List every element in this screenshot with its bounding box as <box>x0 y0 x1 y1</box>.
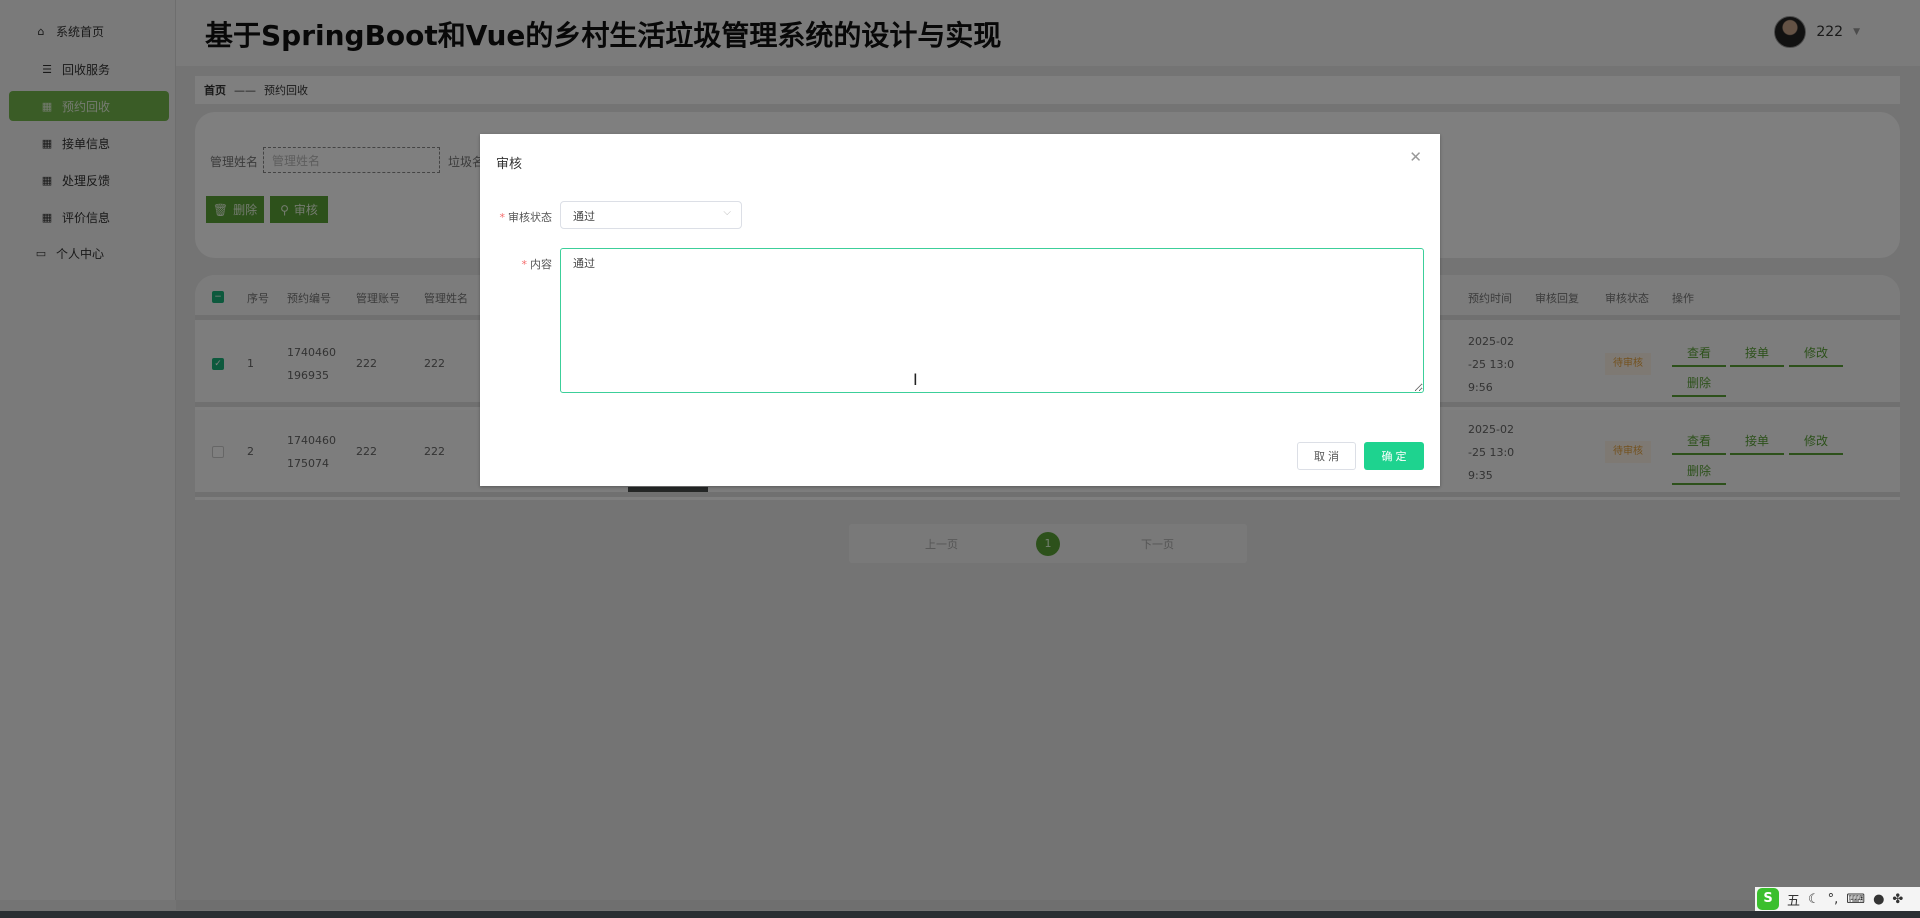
chevron-down-icon: ⌵ <box>723 207 731 218</box>
required-marker: * <box>521 258 528 271</box>
taskbar <box>0 911 1920 918</box>
ime-mode[interactable]: 五 <box>1787 890 1800 909</box>
apps-icon[interactable]: ✤ <box>1892 892 1903 907</box>
dialog-title: 审核 <box>496 157 523 172</box>
punctuation-icon[interactable]: °, <box>1828 892 1839 907</box>
sogou-logo-icon[interactable]: S <box>1757 888 1779 910</box>
content-textarea[interactable] <box>560 248 1424 393</box>
moon-icon[interactable]: ☾ <box>1808 892 1820 907</box>
required-marker: * <box>499 211 506 224</box>
status-label-text: 审核状态 <box>508 211 552 224</box>
user-icon[interactable]: ● <box>1873 892 1884 907</box>
close-icon[interactable]: ✕ <box>1409 148 1422 166</box>
confirm-button[interactable]: 确 定 <box>1364 442 1424 470</box>
text-cursor-icon: I <box>913 370 918 389</box>
audit-dialog: 审核 ✕ *审核状态 通过⌵ *内容 取 消 确 定 <box>480 134 1440 486</box>
content-label: * 内容 <box>490 256 553 272</box>
status-select[interactable]: 通过 ⌵ <box>560 201 742 229</box>
content-label-text: 内容 <box>530 258 552 271</box>
status-select-value: 通过 <box>573 210 595 223</box>
cancel-button[interactable]: 取 消 <box>1297 442 1356 470</box>
keyboard-icon[interactable]: ⌨ <box>1846 892 1865 907</box>
ime-toolbar: S 五 ☾ °, ⌨ ● ✤ <box>1755 887 1920 911</box>
status-label: * 审核状态 <box>490 209 553 225</box>
